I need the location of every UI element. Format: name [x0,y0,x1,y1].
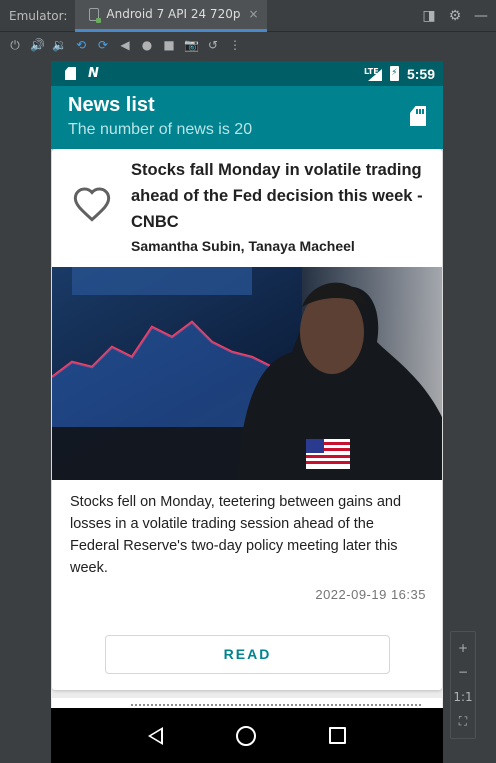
zoom-in-button[interactable]: + [458,641,468,655]
heart-icon[interactable] [72,184,112,224]
emulator-toolbar: ⏻ 🔊 🔉 ⟲ ⟳ ◀ ● ■ 📷 ↺ ⋮ [0,33,496,57]
camera-icon[interactable]: 📷 [184,38,199,52]
more-icon[interactable]: ⋮ [228,38,242,52]
system-nav-bar [51,708,443,763]
zoom-panel: + − 1:1 ⛶ [450,631,476,739]
replay-icon[interactable]: ↺ [206,38,220,52]
device-screen: N LTE ⚡ 5:59 News list The number of new… [51,61,443,763]
zoom-ratio-button[interactable]: 1:1 [453,690,472,704]
read-button[interactable]: READ [105,635,390,674]
nav-home-icon[interactable] [235,725,256,746]
battery-icon: ⚡ [389,66,399,81]
sd-card-icon [65,67,76,80]
tab-close-icon[interactable]: × [248,7,258,21]
emulator-tab[interactable]: Android 7 API 24 720p × [75,0,267,32]
minimize-icon[interactable]: — [474,8,488,24]
home-icon[interactable]: ● [140,38,154,52]
news-description: Stocks fell on Monday, teetering between… [70,494,402,576]
window-controls: ◨ ⚙ — [422,0,488,32]
news-title: Stocks fall Monday in volatile trading a… [131,161,423,231]
power-icon[interactable]: ⏻ [8,38,22,53]
news-card: Stocks fall Monday in volatile trading a… [52,149,442,690]
n-logo-icon: N [88,66,99,81]
emulator-tab-title: Android 7 API 24 720p [106,7,241,21]
nav-recents-icon[interactable] [329,727,347,744]
clock: 5:59 [406,65,435,82]
rotate-left-icon[interactable]: ⟲ [74,38,88,52]
back-icon[interactable]: ◀ [118,38,132,52]
volume-down-icon[interactable]: 🔉 [52,38,67,52]
news-date: 2022-09-19 16:35 [315,587,426,602]
overview-icon[interactable]: ■ [162,38,176,52]
network-type: LTE [363,66,379,76]
news-image [52,267,442,480]
app-bar: News list The number of news is 20 [51,86,443,149]
volume-up-icon[interactable]: 🔊 [30,38,45,52]
emulator-label: Emulator: [9,8,68,23]
zoom-out-button[interactable]: − [458,665,468,679]
nav-back-icon[interactable] [147,726,163,745]
emulator-titlebar: Emulator: Android 7 API 24 720p × ◨ ⚙ — [0,0,496,32]
page-title: News list [68,94,155,116]
signal-icon: LTE [364,67,382,81]
rotate-right-icon[interactable]: ⟳ [96,38,110,52]
news-photo [52,267,442,480]
status-bar: N LTE ⚡ 5:59 [51,61,443,86]
window-mode-icon[interactable]: ◨ [422,8,436,24]
zoom-fit-icon[interactable]: ⛶ [459,714,467,729]
gear-icon[interactable]: ⚙ [448,8,462,24]
news-authors: Samantha Subin, Tanaya Macheel [131,238,355,254]
status-right: LTE ⚡ 5:59 [364,66,435,82]
device-icon [89,7,102,23]
news-count: The number of news is 20 [68,121,253,138]
